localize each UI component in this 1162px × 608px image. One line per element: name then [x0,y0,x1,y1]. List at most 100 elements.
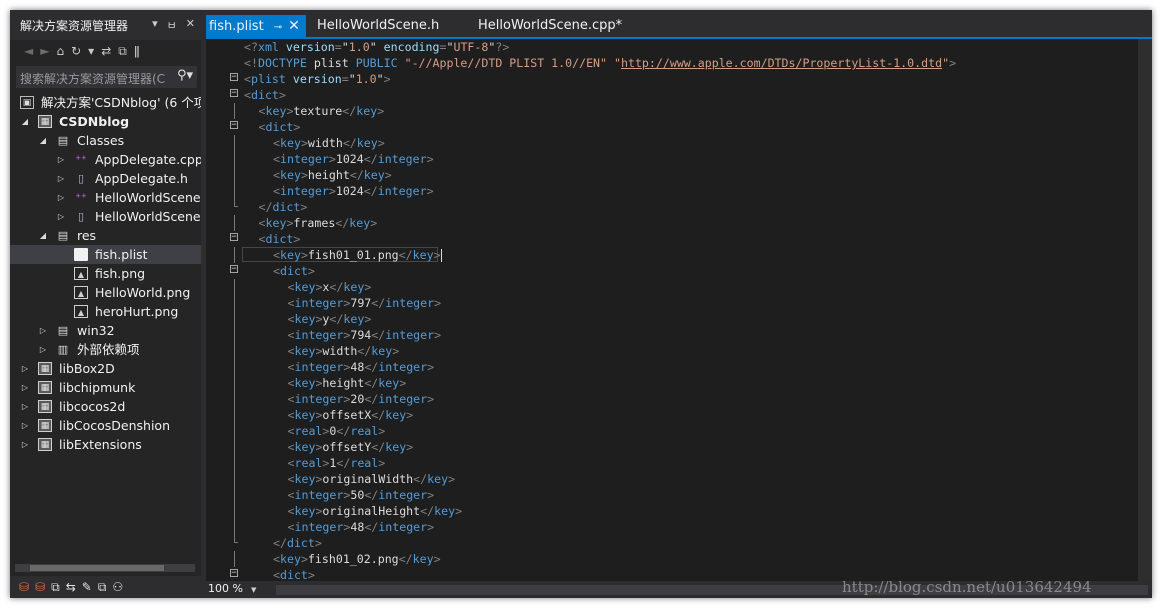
code-line[interactable]: </dict> [206,199,1152,215]
tree-item[interactable]: ◢ ▤ Classes [10,131,201,150]
expanded-arrow-icon[interactable]: ◢ [38,131,48,150]
toolbar-overflow-icon[interactable]: ǁ [134,44,140,58]
tree-item[interactable]: ▷ ▦ libchipmunk [10,378,201,397]
code-line[interactable]: <!DOCTYPE plist PUBLIC "-//Apple//DTD PL… [206,55,1152,71]
close-tab-icon[interactable]: ✕ [288,18,300,34]
vertical-scrollbar[interactable] [1138,39,1152,581]
tree-item[interactable]: ▣ 解决方案'CSDNblog' (6 个项 [10,93,201,112]
panel-menu-dropdown-icon[interactable]: ▾ [152,17,158,33]
code-line[interactable]: − <dict> [206,263,1152,279]
code-line[interactable]: <?xml version="1.0" encoding="UTF-8"?> [206,39,1152,55]
forward-icon[interactable]: ► [40,44,49,58]
code-line[interactable]: <integer>20</integer> [206,391,1152,407]
code-line[interactable]: − <dict> [206,119,1152,135]
code-line[interactable]: <key>frames</key> [206,215,1152,231]
horizontal-scrollbar[interactable] [15,564,195,572]
tree-item[interactable]: ◢ ▦ CSDNblog [10,112,201,131]
current-code-line[interactable]: <key>fish01_01.png</key> [206,247,1152,263]
tree-item[interactable]: ◢ ▤ res [10,226,201,245]
tree-item[interactable]: ▷ ▦ libExtensions [10,435,201,454]
code-line[interactable]: <integer>48</integer> [206,359,1152,375]
collapsed-arrow-icon[interactable]: ▷ [38,321,48,340]
tree-item[interactable]: ▷ ▦ libcocos2d [10,397,201,416]
property-manager-tab-icon[interactable]: ⧉ [98,580,107,595]
filter-dropdown-icon[interactable]: ▾ [88,44,94,58]
tree-item[interactable]: ▷ ⁺⁺ AppDelegate.cpp [10,150,201,169]
code-line[interactable]: <key>offsetY</key> [206,439,1152,455]
code-line[interactable]: <key>texture</key> [206,103,1152,119]
class-view-tab-icon[interactable]: ⛁ [35,580,45,594]
pin-icon[interactable]: ㅂ [167,17,177,33]
back-icon[interactable]: ◄ [24,44,33,58]
code-line[interactable]: − <dict> [206,87,1152,103]
team-explorer-tab-icon[interactable]: ⇆ [66,580,76,594]
collapsed-arrow-icon[interactable]: ▷ [20,397,30,416]
collapsed-arrow-icon[interactable]: ▷ [56,207,66,226]
code-line[interactable]: <integer>797</integer> [206,295,1152,311]
solution-explorer-tab-icon[interactable]: ⛁ [19,580,29,594]
tab-fish-plist[interactable]: fish.plist ⊸ ✕ [206,15,306,37]
code-line[interactable]: − <plist version="1.0"> [206,71,1152,87]
code-line[interactable]: <key>height</key> [206,375,1152,391]
collapse-region-icon[interactable]: − [230,73,238,82]
scrollbar-thumb[interactable] [30,565,164,571]
tree-item[interactable]: ▷ ▯ AppDelegate.h [10,169,201,188]
tree-item[interactable]: ▷ ▯ HelloWorldScene.h [10,207,201,226]
zoom-dropdown[interactable]: 100 % ▼ [208,582,256,595]
tree-item[interactable]: ▲ fish.png [10,264,201,283]
collapsed-arrow-icon[interactable]: ▷ [20,378,30,397]
tree-item[interactable]: fish.plist [10,245,201,264]
tab-helloworldscene-cpp[interactable]: HelloWorldScene.cpp* [478,15,622,37]
home-icon[interactable]: ⌂ [56,44,64,58]
code-line[interactable]: <key>height</key> [206,167,1152,183]
collapse-region-icon[interactable]: − [230,569,238,578]
collapse-region-icon[interactable]: − [230,265,238,274]
expanded-arrow-icon[interactable]: ◢ [20,112,30,131]
collapsed-arrow-icon[interactable]: ▷ [56,150,66,169]
tree-item[interactable]: ▷ ▤ win32 [10,321,201,340]
tree-item[interactable]: ▷ ▦ libCocosDenshion [10,416,201,435]
sync-with-active-document-icon[interactable]: ⇄ [101,44,111,58]
collapse-region-icon[interactable]: − [230,89,238,98]
collapsed-arrow-icon[interactable]: ▷ [20,416,30,435]
code-line[interactable]: <integer>50</integer> [206,487,1152,503]
tree-item[interactable]: ▷ ▦ libBox2D [10,359,201,378]
solution-explorer-search[interactable]: 搜索解决方案资源管理器(C ⚲▾ [16,66,197,88]
tree-item[interactable]: ▷ ⁺⁺ HelloWorldScene.cpp [10,188,201,207]
code-line[interactable]: <integer>794</integer> [206,327,1152,343]
collapsed-arrow-icon[interactable]: ▷ [56,169,66,188]
code-line[interactable]: <key>x</key> [206,279,1152,295]
tree-item[interactable]: ▷ ▥ 外部依赖项 [10,340,201,359]
dtd-link[interactable]: http://www.apple.com/DTDs/PropertyList-1… [621,56,942,70]
collapse-region-icon[interactable]: − [230,121,238,130]
tree-item[interactable]: ▲ HelloWorld.png [10,283,201,302]
code-line[interactable]: <key>fish01_02.png</key> [206,551,1152,567]
pending-changes-filter-icon[interactable]: ↻ [71,44,81,58]
expanded-arrow-icon[interactable]: ◢ [38,226,48,245]
close-panel-icon[interactable]: ✕ [186,17,195,33]
code-line[interactable]: <key>width</key> [206,135,1152,151]
collapse-region-icon[interactable]: − [230,233,238,242]
collapsed-arrow-icon[interactable]: ▷ [38,340,48,359]
collapsed-arrow-icon[interactable]: ▷ [56,188,66,207]
code-line[interactable]: <real>0</real> [206,423,1152,439]
properties-tab-icon[interactable]: ✎ [82,580,92,594]
code-line[interactable]: <integer>1024</integer> [206,183,1152,199]
search-icon[interactable]: ⚲▾ [177,68,193,83]
search-input[interactable]: 搜索解决方案资源管理器(C [20,70,172,87]
collapse-all-icon[interactable]: ⧉ [118,44,127,59]
code-line[interactable]: <key>originalHeight</key> [206,503,1152,519]
collapsed-arrow-icon[interactable]: ▷ [20,435,30,454]
code-line[interactable]: <real>1</real> [206,455,1152,471]
collapsed-arrow-icon[interactable]: ▷ [20,359,30,378]
code-line[interactable]: </dict> [206,535,1152,551]
code-line[interactable]: <integer>48</integer> [206,519,1152,535]
code-editor[interactable]: <?xml version="1.0" encoding="UTF-8"?> <!… [206,39,1152,581]
code-line[interactable]: <key>y</key> [206,311,1152,327]
pin-tab-icon[interactable]: ⊸ [274,22,282,33]
team-tab-icon[interactable]: ⚇ [112,580,123,594]
code-line[interactable]: <integer>1024</integer> [206,151,1152,167]
code-line[interactable]: <key>width</key> [206,343,1152,359]
tab-helloworldscene-h[interactable]: HelloWorldScene.h [317,15,439,37]
code-line[interactable]: <key>offsetX</key> [206,407,1152,423]
